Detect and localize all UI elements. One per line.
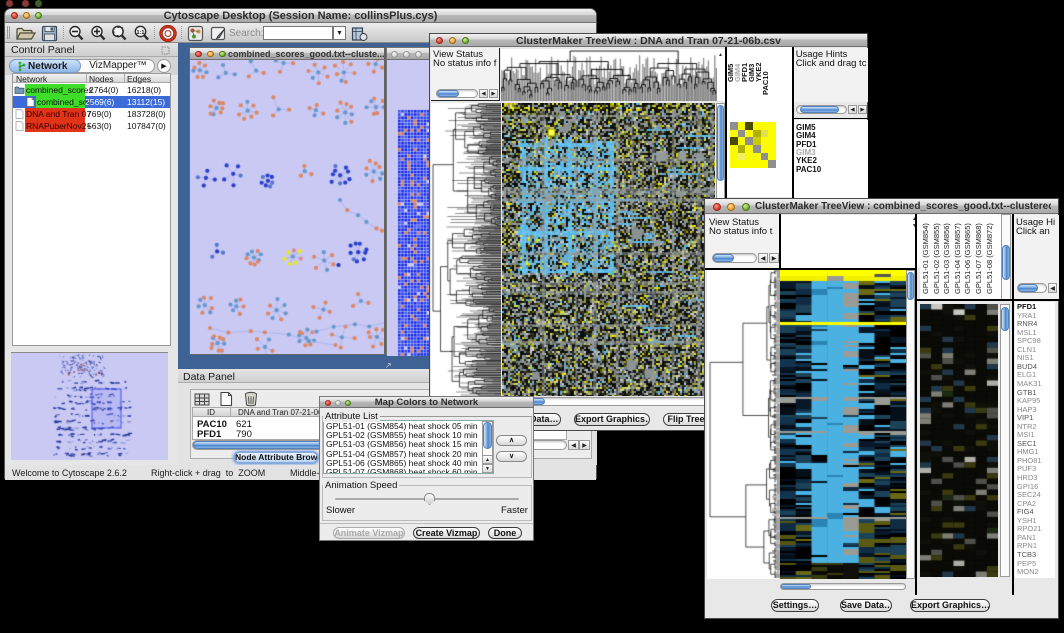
svg-text:1:1: 1:1 [137, 30, 145, 36]
